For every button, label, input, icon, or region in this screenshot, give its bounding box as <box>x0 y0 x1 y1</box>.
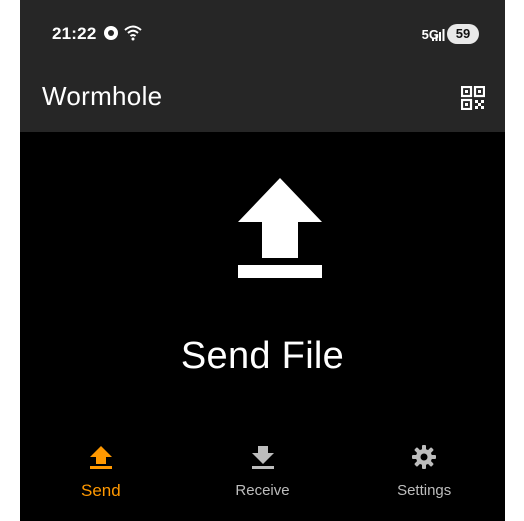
battery-indicator: 59 <box>447 24 479 44</box>
nav-item-send[interactable]: Send <box>20 430 182 521</box>
phone-screen: 21:22 5G 59 Wormhole Send File Send Rece… <box>20 0 505 521</box>
send-file-button[interactable]: Send File <box>20 132 505 422</box>
app-bar: Wormhole <box>20 70 505 132</box>
upload-icon <box>238 178 322 278</box>
gear-icon <box>412 445 437 469</box>
status-time: 21:22 <box>52 24 97 43</box>
app-title: Wormhole <box>42 81 163 111</box>
nav-label-settings: Settings <box>397 482 452 499</box>
qr-code-icon <box>461 86 485 110</box>
upload-icon <box>89 446 112 469</box>
nav-label-send: Send <box>80 481 121 500</box>
bottom-nav: Send Receive Settings <box>20 430 505 521</box>
nav-label-receive: Receive <box>235 482 290 499</box>
send-file-label: Send File <box>180 335 345 377</box>
signal-icon <box>431 26 445 44</box>
download-icon <box>251 446 274 469</box>
status-bar: 21:22 5G 59 <box>20 0 505 70</box>
qr-code-button[interactable] <box>455 80 491 116</box>
notification-icon <box>102 24 120 42</box>
main-content: Send File <box>20 132 505 422</box>
nav-item-receive[interactable]: Receive <box>182 430 344 521</box>
nav-item-settings[interactable]: Settings <box>343 430 505 521</box>
wifi-icon <box>124 24 142 42</box>
